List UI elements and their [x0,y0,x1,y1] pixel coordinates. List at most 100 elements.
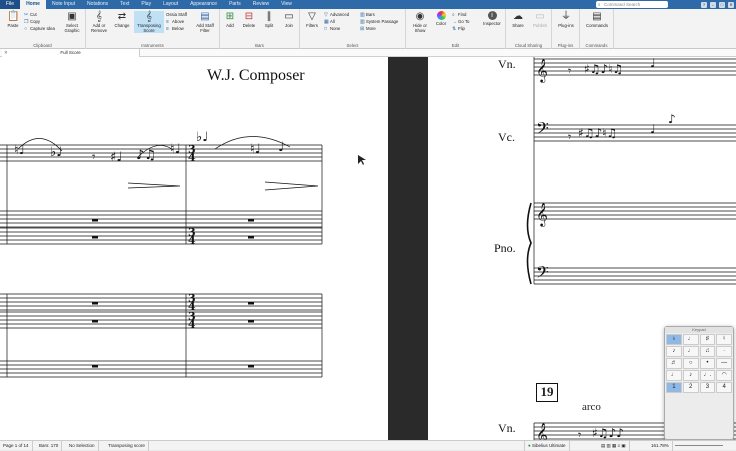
keypad-key[interactable]: ♪ [682,370,699,381]
keypad-key[interactable]: 1 [666,382,682,393]
svg-text:♩: ♩ [650,122,656,136]
keypad-key[interactable]: ♩ [682,346,699,357]
svg-text:♪: ♪ [668,112,676,126]
delete-bar-button[interactable]: ⊟ Delete [240,11,258,28]
group-edit: ◉ Hide or Show Color ⌕ Find →Go To ⇅ Flip i… [406,9,506,49]
commands-button[interactable]: ▤ Commands [584,11,610,28]
system-passage-button[interactable]: ▥System Passage [360,19,398,25]
help-icon[interactable]: ? [701,1,707,8]
tab-view[interactable]: View [275,0,298,9]
ribbon: 📋 Paste ✂ Cut ❐ Copy ○ Capture Idea ▣ Select … [0,9,736,49]
svg-text:4: 4 [188,318,196,331]
add-staff-filter-button[interactable]: ▤ Add Staff Filter [192,11,218,33]
ossia-above-button[interactable]: ≡ Above [166,19,184,25]
svg-text:♪♫: ♪♫ [136,148,156,163]
ossia-below-button[interactable]: ≡ Below [166,26,184,32]
keypad-key[interactable]: ♭ [666,334,682,345]
violin-icon: 𝄞 [96,11,102,22]
close-icon[interactable]: ✕ [728,1,734,8]
keypad-key[interactable]: ♫ [699,346,716,357]
add-bar-button[interactable]: ⊞ Add [221,11,239,28]
keypad-key[interactable]: ♯ [699,334,716,345]
tab-notations[interactable]: Notations [81,0,114,9]
tab-home[interactable]: Home [20,0,46,9]
delete-bar-icon: ⊟ [244,11,254,22]
keypad-key[interactable]: ♬ [666,358,682,369]
split-bar-button[interactable]: ∥ Split [260,11,278,28]
keypad-key[interactable]: ♪ [666,346,682,357]
svg-text:♮♩: ♮♩ [170,142,181,157]
select-all-button[interactable]: ▦All [324,19,335,25]
svg-text:♯♫♪♮♫: ♯♫♪♮♫ [578,126,617,140]
window-controls: ? – □ ✕ [701,0,734,9]
tab-note-input[interactable]: Note Input [46,0,81,9]
cut-button[interactable]: ✂ Cut [24,12,37,18]
change-instrument-button[interactable]: ⇄ Change [110,11,134,28]
capture-idea-button[interactable]: ○ Capture Idea [24,26,55,32]
inspector-button[interactable]: i Inspector [480,11,504,26]
tab-review[interactable]: Review [247,0,275,9]
svg-text:♮♩: ♮♩ [250,142,261,157]
svg-text:𝄾: 𝄾 [92,150,96,165]
group-label-cloud-sharing: Cloud Sharing [514,43,543,48]
command-search-input[interactable]: ⌕ Command Search [596,1,668,8]
publish-button[interactable]: ▭ Publish [529,11,551,28]
keypad-key[interactable]: ♩. [699,370,716,381]
select-none-button[interactable]: □ None [324,26,340,32]
svg-text:♩: ♩ [650,57,656,70]
hide-show-button[interactable]: ◉ Hide or Show [408,11,432,33]
keypad-key[interactable]: ♩ [682,334,699,345]
svg-text:♯♩: ♯♩ [110,150,122,165]
restore-icon[interactable]: □ [719,1,725,8]
score-canvas[interactable]: W.J. Composer ♮♩ ♭♩ 𝄾 ♯♩ ♪♫ ♮♩ ♭♩ ♮♩ ♩ 3434 34… [0,57,736,440]
group-commands: ▤ Commands Commands [580,9,614,49]
tab-play[interactable]: Play [135,0,157,9]
share-button[interactable]: ☁ Share [507,11,529,28]
filters-button[interactable]: ▽ Filters [301,11,323,28]
document-tab[interactable]: ✕ Full Score [2,49,140,57]
flip-button[interactable]: ⇅ Flip [452,26,465,32]
tab-appearance[interactable]: Appearance [184,0,223,9]
keypad-key[interactable]: ○ [682,358,699,369]
paste-button[interactable]: 📋 Paste [1,11,25,28]
keypad-key[interactable]: 4 [716,382,732,393]
info-icon: i [487,11,497,20]
publish-icon: ▭ [535,11,545,22]
tab-text[interactable]: Text [114,0,135,9]
keypad-key[interactable]: ♩ [666,370,682,381]
keypad-key[interactable]: — [716,358,732,369]
join-bars-icon: ▭ [284,11,294,22]
keypad-key[interactable]: ◠ [716,370,732,381]
svg-text:𝄞: 𝄞 [536,422,548,440]
keypad-key[interactable]: 2 [682,382,699,393]
add-remove-instruments-button[interactable]: 𝄞 Add or Remove [87,11,111,33]
svg-text:𝄢: 𝄢 [536,118,549,142]
tab-parts[interactable]: Parts [223,0,247,9]
ossia-staff-button[interactable]: Ossia Staff [166,12,187,18]
copy-button[interactable]: ❐ Copy [24,19,40,25]
color-button[interactable]: Color [432,11,450,26]
advanced-filter-button[interactable]: ▽ Advanced [324,12,349,18]
select-graphic-button[interactable]: ▣ Select Graphic [60,11,84,33]
tab-file[interactable]: File [0,0,21,9]
svg-text:♮♩: ♮♩ [14,143,25,158]
minimize-icon[interactable]: – [710,1,716,8]
transposing-score-button[interactable]: 𝄞 Transposing Score [134,11,164,33]
keypad-key[interactable]: · [716,346,732,357]
select-more-button[interactable]: ⊞ More [360,26,376,32]
group-select: ▽ Filters ▽ Advanced ▦All □ None ▥Bars ▥Sys… [300,9,406,49]
tab-layout[interactable]: Layout [157,0,184,9]
plugins-button[interactable]: ⏚ Plug-ins [554,11,578,28]
keypad-key[interactable]: • [699,358,716,369]
select-bars-button[interactable]: ▥Bars [360,12,375,18]
clipboard-icon: 📋 [7,11,20,22]
svg-text:𝄞: 𝄞 [536,58,548,83]
keypad-key[interactable]: ♮ [716,334,732,345]
svg-text:♩: ♩ [278,140,284,155]
keypad-panel[interactable]: Keypad ♭ ♩ ♯ ♮ ♪ ♩ ♫ · ♬ ○ • — ♩ ♪ ♩. ◠ 1 2 3 4 [664,326,734,440]
close-tab-icon[interactable]: ✕ [4,49,8,57]
find-button[interactable]: ⌕ Find [452,12,466,18]
keypad-key[interactable]: 3 [699,382,716,393]
goto-button[interactable]: →Go To [452,19,469,25]
join-bars-button[interactable]: ▭ Join [280,11,298,28]
